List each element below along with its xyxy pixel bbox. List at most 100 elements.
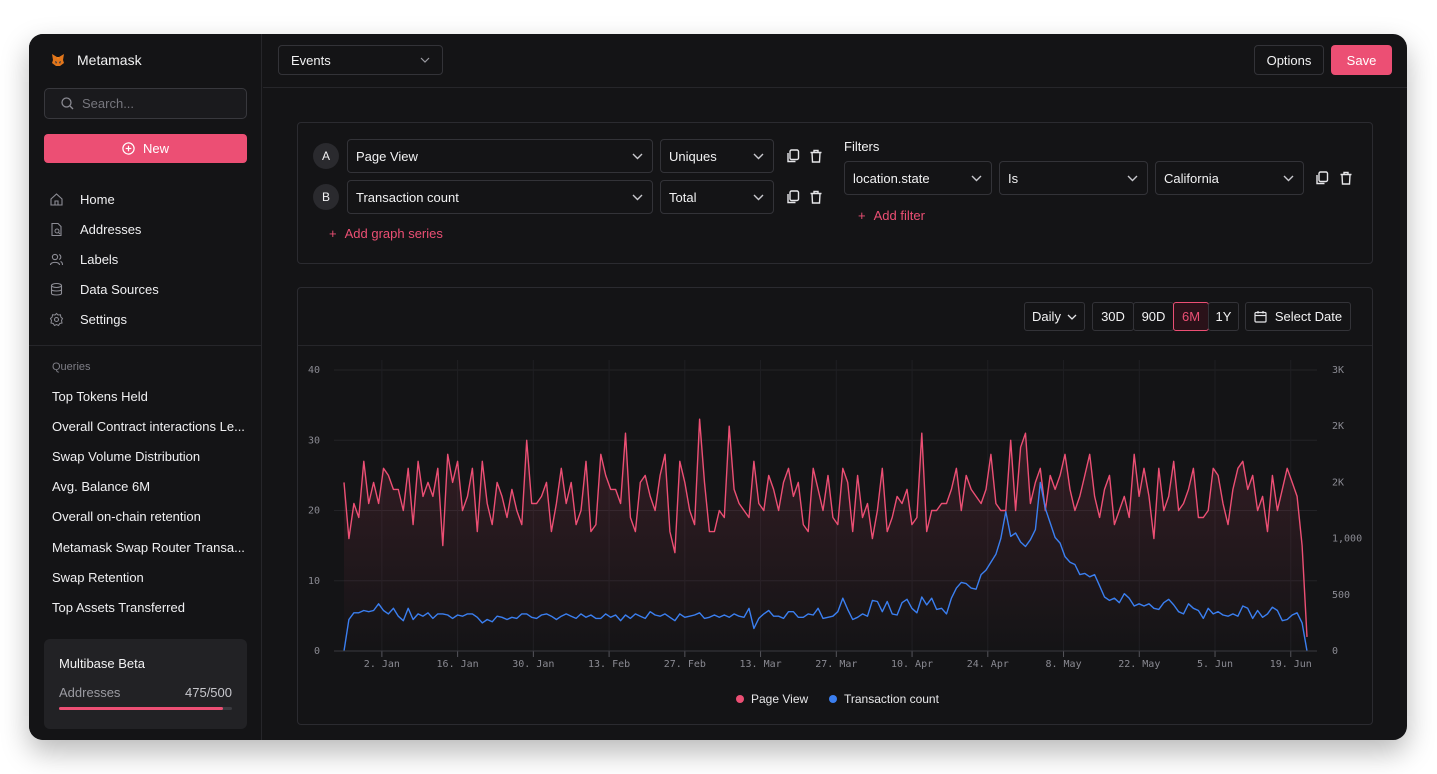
sidebar-item-data-sources[interactable]: Data Sources [49,274,159,304]
series-b-event-select[interactable]: Transaction count [347,180,653,214]
query-item[interactable]: Swap Retention [52,562,250,592]
query-item[interactable]: Overall Contract interactions Le... [52,411,250,441]
query-item[interactable]: Top Tokens Held [52,381,250,411]
sidebar-divider [29,345,262,346]
view-select-value: Events [291,52,331,68]
chevron-down-icon [1283,175,1294,181]
x-tick-label: 30. Jan [512,659,554,670]
chevron-down-icon [1127,175,1138,181]
add-graph-series-link[interactable]: + Add graph series [329,226,443,241]
legend-marker [736,695,744,703]
query-item[interactable]: Avg. Balance 6M [52,472,250,502]
y-right-tick-label: 2K [1332,421,1344,432]
copy-icon[interactable] [786,149,800,163]
series-a-event-select[interactable]: Page View [347,139,653,173]
x-tick-label: 24. Apr [967,659,1009,670]
filter-value-select[interactable]: California [1155,161,1304,195]
x-tick-label: 8. May [1045,659,1081,670]
search-box[interactable] [44,88,247,119]
add-graph-series-label: Add graph series [344,226,443,241]
select-date-button[interactable]: Select Date [1245,302,1351,331]
interval-select[interactable]: Daily [1024,302,1085,331]
legend-label: Page View [751,692,808,706]
select-date-label: Select Date [1274,309,1343,324]
line-chart: 0 10 20 30 40 0 500 1,000 2K 2K 3K 2. Jan 16. Jan 30.… [308,360,1362,706]
sidebar-item-addresses[interactable]: Addresses [49,214,159,244]
sidebar-item-label: Data Sources [80,281,159,297]
x-tick-label: 10. Apr [891,659,933,670]
series-b-event-value: Transaction count [356,189,459,205]
x-tick-label: 13. Mar [740,659,782,670]
copy-icon[interactable] [786,190,800,204]
range-30d-button[interactable]: 30D [1092,302,1134,331]
filter-value: California [1164,170,1219,186]
address-doc-icon [51,222,62,236]
query-item[interactable]: Overall on-chain retention [52,502,250,532]
beta-usage-count: 475/500 [185,685,232,700]
interval-value: Daily [1032,309,1061,324]
chevron-down-icon [632,194,643,200]
add-filter-link[interactable]: + Add filter [858,208,925,223]
users-icon [49,253,64,265]
range-1y-button[interactable]: 1Y [1208,302,1239,331]
range-6m-button[interactable]: 6M [1173,302,1209,331]
y-right-tick-label: 0 [1332,646,1338,657]
y-right-tick-label: 500 [1332,590,1350,601]
add-filter-label: Add filter [873,208,925,223]
new-button-label: New [142,141,169,156]
trash-icon[interactable] [809,190,823,204]
usage-progress-bar [59,707,232,710]
view-select[interactable]: Events [278,45,443,75]
brand[interactable]: Metamask [51,52,142,68]
y-left-tick-label: 20 [308,506,320,517]
chevron-down-icon [753,153,764,159]
gear-icon [49,312,64,326]
chart-panel: Daily 30D 90D 6M 1Y Select Date 0 10 20 [297,287,1373,725]
query-item[interactable]: Top Assets Transferred [52,592,250,622]
plus-icon: + [329,226,337,241]
options-button[interactable]: Options [1254,45,1324,75]
calendar-icon [1254,311,1267,323]
x-tick-label: 19. Jun [1270,659,1312,670]
top-bar: Events Options Save [263,34,1407,88]
sidebar-item-labels[interactable]: Labels [49,244,159,274]
sidebar-nav: Home Addresses Labels Data Sources Setti… [49,184,159,334]
usage-progress-fill [59,707,224,710]
filter-operator-value: Is [1008,170,1019,186]
plus-circle-icon [122,142,135,155]
database-icon [50,282,63,296]
series-a-event-value: Page View [356,148,418,164]
range-90d-button[interactable]: 90D [1133,302,1174,331]
x-tick-label: 27. Mar [815,659,857,670]
beta-usage-card: Multibase Beta Addresses 475/500 [44,639,247,729]
sidebar-item-label: Labels [80,251,119,267]
save-button[interactable]: Save [1331,45,1392,75]
series-b-aggregation-select[interactable]: Total [660,180,774,214]
beta-usage-label: Addresses [59,685,121,700]
filter-operator-select[interactable]: Is [999,161,1148,195]
sidebar-item-label: Home [80,191,115,207]
chart-area-fill [344,419,1307,651]
chevron-down-icon [632,153,643,159]
trash-icon[interactable] [1339,171,1353,185]
y-left-tick-label: 30 [308,435,320,446]
query-item[interactable]: Swap Volume Distribution [52,441,250,471]
trash-icon[interactable] [809,149,823,163]
chart-legend: Page View Transaction count [736,692,940,706]
copy-icon[interactable] [1315,171,1329,185]
series-badge-a: A [313,143,339,169]
query-item[interactable]: Metamask Swap Router Transa... [52,532,250,562]
sidebar-item-home[interactable]: Home [49,184,159,214]
search-icon [61,97,74,110]
chevron-down-icon [971,175,982,181]
metamask-fox-icon [52,54,64,66]
series-a-aggregation-select[interactable]: Uniques [660,139,774,173]
sidebar-item-settings[interactable]: Settings [49,304,159,334]
new-button[interactable]: New [44,134,247,163]
chevron-down-icon [753,194,764,200]
x-tick-label: 13. Feb [588,659,630,670]
filter-property-select[interactable]: location.state [844,161,992,195]
search-input[interactable] [82,96,242,111]
series-b-aggregation-value: Total [669,189,697,205]
y-right-tick-label: 3K [1332,365,1344,376]
